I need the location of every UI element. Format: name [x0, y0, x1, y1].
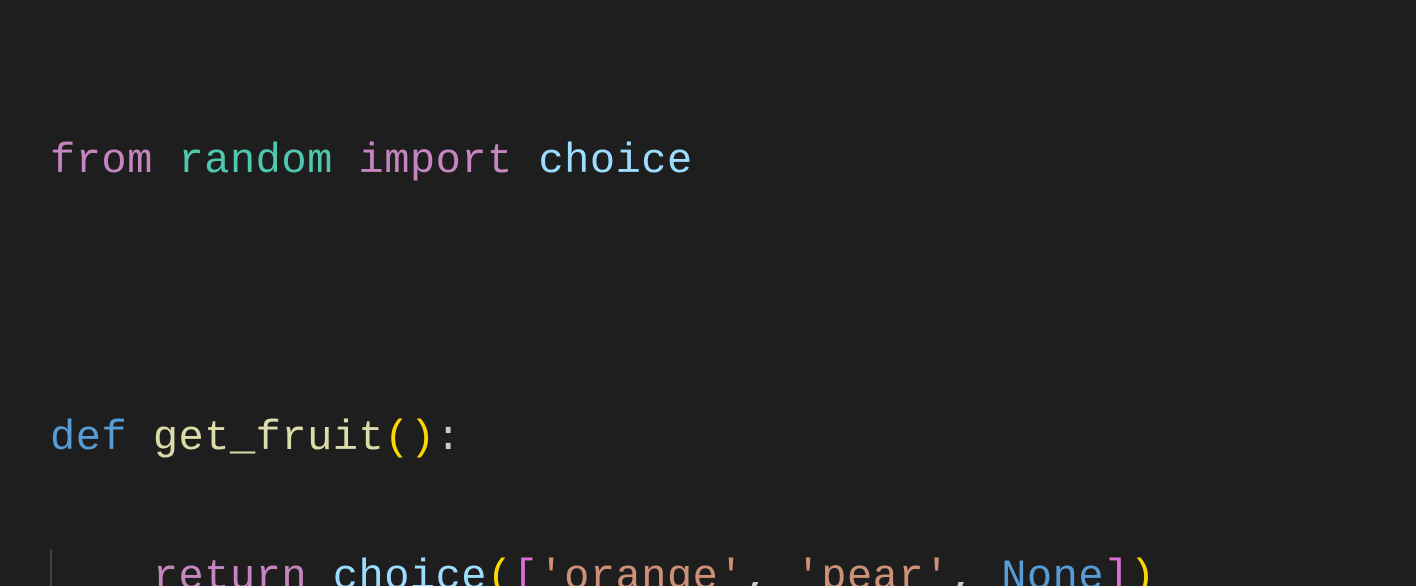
code-line-3: def get_fruit():: [50, 404, 1366, 473]
paren-close: ): [1130, 553, 1156, 586]
comma: ,: [744, 553, 770, 586]
string-literal: 'pear': [796, 553, 950, 586]
space: [333, 137, 359, 185]
space: [153, 137, 179, 185]
comma: ,: [950, 553, 976, 586]
paren-close: ): [410, 414, 436, 462]
imported-name: choice: [538, 137, 692, 185]
keyword-none: None: [1001, 553, 1104, 586]
space: [127, 414, 153, 462]
bracket-close: ]: [1104, 553, 1130, 586]
space: [307, 553, 333, 586]
function-call: choice: [333, 553, 487, 586]
string-literal: 'orange': [538, 553, 744, 586]
keyword-def: def: [50, 414, 127, 462]
paren-open: (: [384, 414, 410, 462]
indent: [50, 553, 153, 586]
code-line-4: return choice(['orange', 'pear', None]): [50, 543, 1366, 586]
code-line-1: from random import choice: [50, 127, 1366, 196]
paren-open: (: [487, 553, 513, 586]
keyword-from: from: [50, 137, 153, 185]
space: [975, 553, 1001, 586]
keyword-import: import: [359, 137, 513, 185]
function-name: get_fruit: [153, 414, 384, 462]
keyword-return: return: [153, 553, 307, 586]
colon: :: [436, 414, 462, 462]
code-line-blank: [50, 266, 1366, 335]
module-name: random: [179, 137, 333, 185]
indent-guide: [50, 549, 52, 586]
space: [513, 137, 539, 185]
code-editor: from random import choice def get_fruit(…: [0, 0, 1416, 586]
space: [770, 553, 796, 586]
bracket-open: [: [513, 553, 539, 586]
